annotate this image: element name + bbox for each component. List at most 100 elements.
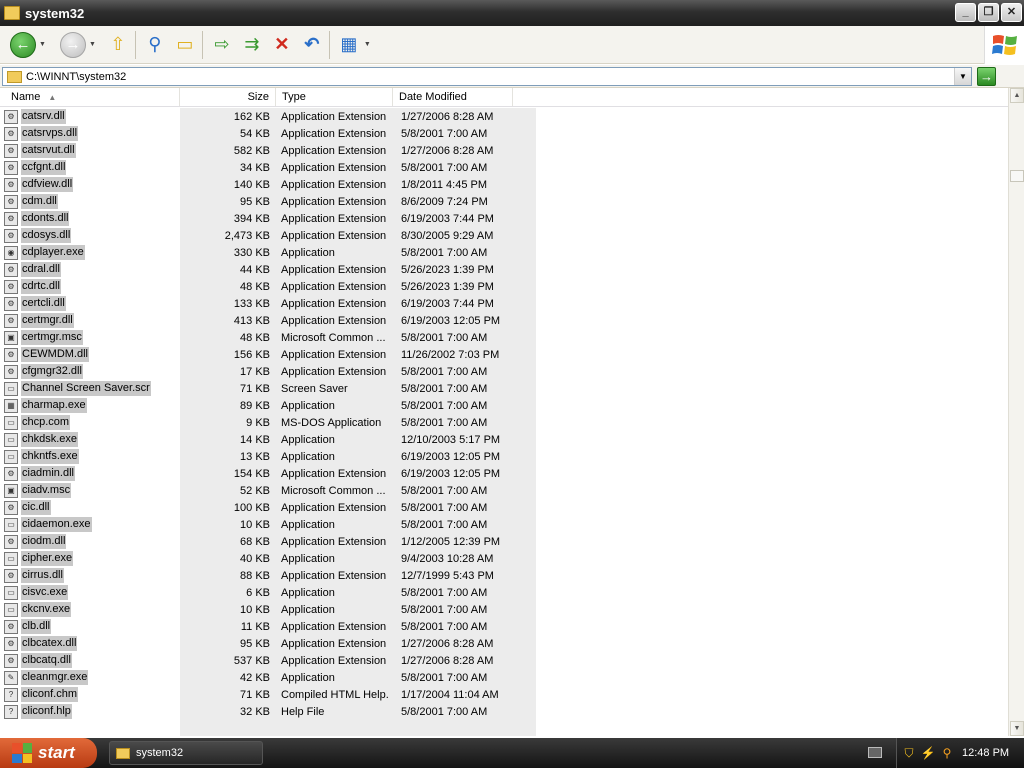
forward-button[interactable]: → ▼: [59, 30, 96, 60]
network-icon[interactable]: ⚡: [921, 746, 936, 760]
file-type: Application: [281, 671, 335, 684]
taskbar-item-system32[interactable]: system32: [109, 741, 263, 765]
file-date: 5/26/2023 1:39 PM: [401, 280, 494, 293]
file-size: 330 KB: [233, 246, 270, 259]
file-type: Application: [281, 552, 335, 565]
file-date: 5/26/2023 1:39 PM: [401, 263, 494, 276]
file-row[interactable]: ▭ Channel Screen Saver.scr 71 KB Screen Sav…: [0, 380, 536, 397]
file-row[interactable]: ⚙ clbcatex.dll 95 KB Application Extension 1…: [0, 635, 536, 652]
file-row[interactable]: ⚙ clbcatq.dll 537 KB Application Extension 1…: [0, 652, 536, 669]
back-dropdown-icon[interactable]: ▼: [39, 41, 46, 48]
file-row[interactable]: ⚙ CEWMDM.dll 156 KB Application Extension 11…: [0, 346, 536, 363]
dll-icon: ⚙: [4, 262, 18, 277]
file-row[interactable]: ▭ chkntfs.exe 13 KB Application 6/19/2003 12…: [0, 448, 536, 465]
file-row[interactable]: ⚙ cfgmgr32.dll 17 KB Application Extension 5…: [0, 363, 536, 380]
vertical-scrollbar[interactable]: ▲ ▼: [1008, 88, 1024, 736]
file-row[interactable]: ? cliconf.hlp 32 KB Help File 5/8/2001 7:00 …: [0, 703, 536, 720]
file-name: clbcatex.dll: [21, 636, 78, 651]
file-name: clb.dll: [21, 619, 52, 634]
file-date: 8/6/2009 7:24 PM: [401, 195, 488, 208]
close-button[interactable]: ✕: [1001, 3, 1022, 22]
column-date[interactable]: Date Modified: [393, 88, 513, 106]
file-row[interactable]: ⚙ cdfview.dll 140 KB Application Extension 1…: [0, 176, 536, 193]
file-row[interactable]: ▦ charmap.exe 89 KB Application 5/8/2001 7:0…: [0, 397, 536, 414]
file-row[interactable]: ▭ chcp.com 9 KB MS-DOS Application 5/8/2001 …: [0, 414, 536, 431]
file-size: 88 KB: [240, 569, 270, 582]
move-to-button[interactable]: ⇨: [210, 30, 234, 60]
column-size[interactable]: Size: [180, 88, 276, 106]
file-row[interactable]: ▣ certmgr.msc 48 KB Microsoft Common ... 5/8…: [0, 329, 536, 346]
back-button[interactable]: ← ▼: [10, 30, 46, 60]
file-name: ciodm.dll: [21, 534, 67, 549]
column-name[interactable]: Name ▲: [0, 88, 180, 106]
address-dropdown-button[interactable]: ▼: [954, 68, 971, 85]
file-row[interactable]: ⚙ certcli.dll 133 KB Application Extension 6…: [0, 295, 536, 312]
file-row[interactable]: ? cliconf.chm 71 KB Compiled HTML Help... 1/…: [0, 686, 536, 703]
file-row[interactable]: ✎ cleanmgr.exe 42 KB Application 5/8/2001 7:…: [0, 669, 536, 686]
file-row[interactable]: ▣ ciadv.msc 52 KB Microsoft Common ... 5/8/2…: [0, 482, 536, 499]
file-row[interactable]: ⚙ cdm.dll 95 KB Application Extension 8/6/20…: [0, 193, 536, 210]
forward-dropdown-icon[interactable]: ▼: [89, 41, 96, 48]
file-row[interactable]: ⚙ cdosys.dll 2,473 KB Application Extension…: [0, 227, 536, 244]
address-field[interactable]: C:\WINNT\system32 ▼: [2, 67, 972, 86]
file-row[interactable]: ◉ cdplayer.exe 330 KB Application 5/8/2001 7…: [0, 244, 536, 261]
file-row[interactable]: ▭ chkdsk.exe 14 KB Application 12/10/2003 5:…: [0, 431, 536, 448]
file-type: Application: [281, 399, 335, 412]
file-row[interactable]: ⚙ cdral.dll 44 KB Application Extension 5/26…: [0, 261, 536, 278]
delete-button[interactable]: ✕: [270, 30, 294, 60]
folders-button[interactable]: ▭: [173, 30, 197, 60]
scroll-thumb[interactable]: [1010, 170, 1024, 182]
file-row[interactable]: ▭ cidaemon.exe 10 KB Application 5/8/2001 7:…: [0, 516, 536, 533]
file-row[interactable]: ⚙ ciadmin.dll 154 KB Application Extension 6…: [0, 465, 536, 482]
dll-icon: ⚙: [4, 296, 18, 311]
scroll-down-button[interactable]: ▼: [1010, 721, 1024, 736]
search-tray-icon[interactable]: ⚲: [940, 746, 954, 760]
file-row[interactable]: ⚙ cdonts.dll 394 KB Application Extension 6/…: [0, 210, 536, 227]
keyboard-icon[interactable]: [868, 747, 882, 758]
exe-icon: ▭: [4, 585, 18, 600]
file-row[interactable]: ⚙ clb.dll 11 KB Application Extension 5/8/20…: [0, 618, 536, 635]
file-size: 162 KB: [233, 110, 270, 123]
views-button[interactable]: ▦ ▼: [337, 30, 371, 60]
folder-icon: [4, 6, 20, 20]
file-row[interactable]: ▭ cisvc.exe 6 KB Application 5/8/2001 7:00 A…: [0, 584, 536, 601]
file-row[interactable]: ⚙ catsrvps.dll 54 KB Application Extension 5…: [0, 125, 536, 142]
file-type: Application Extension: [281, 195, 387, 208]
minimize-button[interactable]: _: [955, 3, 976, 22]
file-row[interactable]: ▭ ckcnv.exe 10 KB Application 5/8/2001 7:00 …: [0, 601, 536, 618]
start-button[interactable]: start: [0, 738, 97, 768]
file-row[interactable]: ⚙ certmgr.dll 413 KB Application Extension 6…: [0, 312, 536, 329]
undo-button[interactable]: ↶: [300, 30, 324, 60]
file-name: cidaemon.exe: [21, 517, 92, 532]
column-type[interactable]: Type: [276, 88, 393, 106]
scroll-up-button[interactable]: ▲: [1010, 88, 1024, 103]
dll-icon: ⚙: [4, 500, 18, 515]
file-row[interactable]: ⚙ catsrvut.dll 582 KB Application Extension…: [0, 142, 536, 159]
security-shield-icon[interactable]: ⛉: [902, 746, 916, 760]
maximize-button[interactable]: ❐: [978, 3, 999, 22]
file-size: 394 KB: [233, 212, 270, 225]
file-size: 133 KB: [233, 297, 270, 310]
file-row[interactable]: ⚙ catsrv.dll 162 KB Application Extension 1/…: [0, 108, 536, 125]
forward-arrow-icon: →: [59, 31, 86, 58]
dll-icon: ⚙: [4, 313, 18, 328]
file-date: 1/27/2006 8:28 AM: [401, 110, 494, 123]
file-row[interactable]: ⚙ cirrus.dll 88 KB Application Extension 12/…: [0, 567, 536, 584]
up-folder-button[interactable]: ⇧: [106, 30, 130, 60]
monitor-icon: ▭: [4, 381, 18, 396]
go-button[interactable]: →: [977, 67, 996, 86]
file-row[interactable]: ⚙ cdrtc.dll 48 KB Application Extension 5/26…: [0, 278, 536, 295]
file-row[interactable]: ⚙ cic.dll 100 KB Application Extension 5/8/2…: [0, 499, 536, 516]
search-button[interactable]: ⚲: [143, 30, 167, 60]
dll-icon: ⚙: [4, 466, 18, 481]
copy-to-button[interactable]: ⇉: [240, 30, 264, 60]
file-name: CEWMDM.dll: [21, 347, 89, 362]
file-row[interactable]: ⚙ ccfgnt.dll 34 KB Application Extension 5/8…: [0, 159, 536, 176]
file-row[interactable]: ⚙ ciodm.dll 68 KB Application Extension 1/12…: [0, 533, 536, 550]
views-dropdown-icon[interactable]: ▼: [364, 41, 371, 48]
file-size: 34 KB: [240, 161, 270, 174]
file-row[interactable]: ▭ cipher.exe 40 KB Application 9/4/2003 10:2…: [0, 550, 536, 567]
file-size: 9 KB: [246, 416, 270, 429]
file-size: 42 KB: [240, 671, 270, 684]
file-name: ckcnv.exe: [21, 602, 72, 617]
